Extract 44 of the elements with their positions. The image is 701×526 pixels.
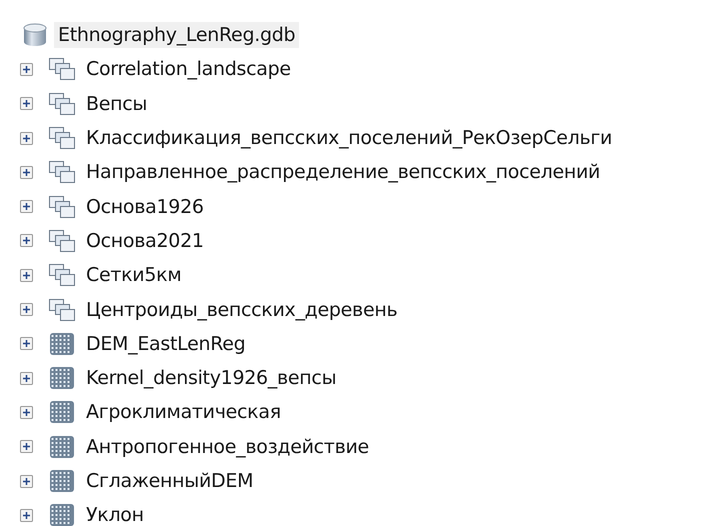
stacked-squares-icon <box>48 194 76 219</box>
tree-item[interactable]: СглаженныйDEM <box>82 468 258 494</box>
tree-item[interactable]: Ethnography_LenReg.gdb <box>54 22 300 48</box>
expand-toggle[interactable] <box>20 508 33 522</box>
expand-toggle[interactable] <box>20 97 33 110</box>
tree-item[interactable]: Kernel_density1926_вепсы <box>82 365 340 392</box>
expand-toggle[interactable] <box>20 303 33 316</box>
grid-icon <box>48 434 76 459</box>
stacked-squares-icon <box>48 160 76 184</box>
stacked-squares-icon <box>48 263 76 288</box>
tree-item[interactable]: Антропогенное_воздействие <box>82 434 373 460</box>
expand-toggle[interactable] <box>20 234 33 248</box>
expand-toggle[interactable] <box>20 372 33 385</box>
expand-toggle[interactable] <box>20 406 33 419</box>
tree-item[interactable]: DEM_EastLenReg <box>82 330 250 357</box>
tree-item[interactable]: Сетки5км <box>82 262 186 288</box>
expand-toggle[interactable] <box>20 268 33 282</box>
database-icon <box>22 23 48 48</box>
tree-item[interactable]: Correlation_landscape <box>82 56 295 82</box>
expand-toggle[interactable] <box>20 474 33 488</box>
expand-toggle[interactable] <box>20 62 33 76</box>
grid-icon <box>48 469 76 493</box>
stacked-squares-icon <box>48 298 76 322</box>
grid-icon <box>48 366 76 390</box>
expand-toggle[interactable] <box>20 166 33 179</box>
stacked-squares-icon <box>48 228 76 253</box>
tree-item[interactable]: Агроклиматическая <box>82 399 285 426</box>
grid-icon <box>48 503 76 526</box>
stacked-squares-icon <box>48 92 76 116</box>
tree-item[interactable]: Основа2021 <box>82 228 208 254</box>
tree-item[interactable]: Направленное_распределение_вепсских_поселений <box>82 159 604 186</box>
tree-item[interactable]: Основа1926 <box>82 194 208 220</box>
grid-icon <box>48 400 76 424</box>
grid-icon <box>48 332 76 356</box>
tree-item[interactable]: Вепсы <box>82 90 152 117</box>
tree-item[interactable]: Классификация_вепсских_поселений_РекОзерСельги <box>82 125 616 152</box>
tree-item[interactable]: Уклон <box>82 502 148 526</box>
tree-item[interactable]: Центроиды_вепсских_деревень <box>82 296 402 323</box>
stacked-squares-icon <box>48 126 76 150</box>
stacked-squares-icon <box>48 57 76 82</box>
expand-toggle[interactable] <box>20 337 33 350</box>
expand-toggle[interactable] <box>20 440 33 454</box>
expand-toggle[interactable] <box>20 200 33 214</box>
expand-toggle[interactable] <box>20 132 33 145</box>
